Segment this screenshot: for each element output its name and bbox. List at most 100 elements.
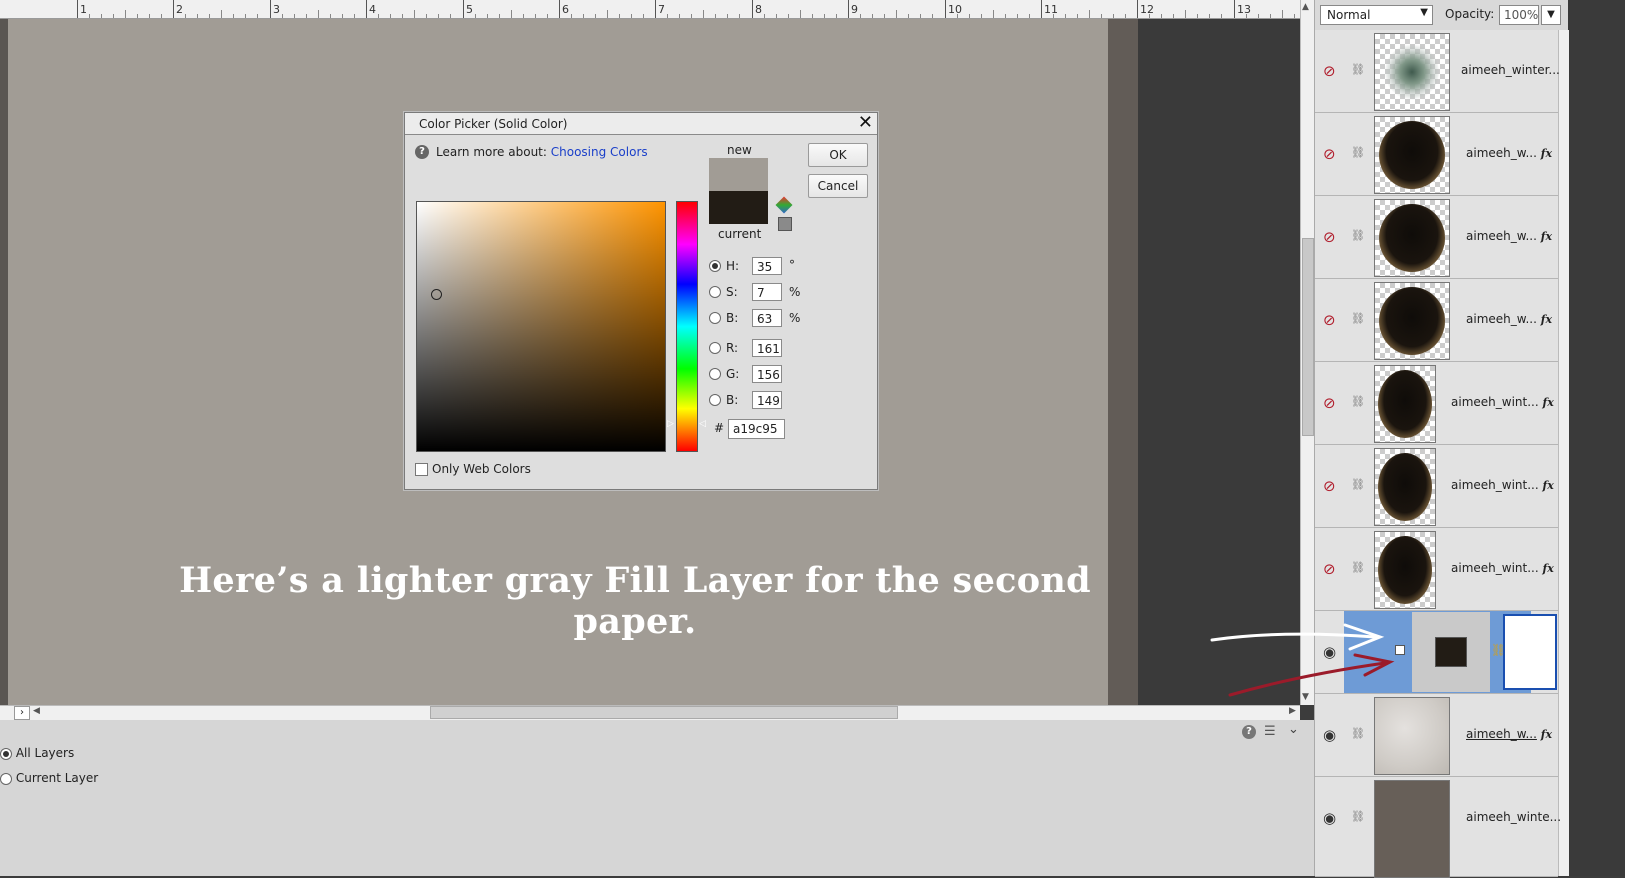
ruler-number: 1 bbox=[80, 3, 87, 16]
scroll-left-icon[interactable]: ◀ bbox=[33, 706, 40, 716]
ruler-minor-tick bbox=[1270, 14, 1271, 18]
layer-row[interactable]: ⊘ ⛓ aimeeh_wint... fx bbox=[1315, 528, 1558, 611]
web-safe-color-icon[interactable] bbox=[778, 217, 792, 231]
cancel-button[interactable]: Cancel bbox=[808, 174, 868, 198]
fx-icon[interactable]: fx bbox=[1541, 728, 1552, 741]
blend-mode-select[interactable]: Normal ▼ bbox=[1320, 5, 1433, 25]
link-icon[interactable]: ⛓ bbox=[1351, 478, 1365, 491]
s-radio[interactable] bbox=[709, 285, 721, 298]
ruler-minor-tick bbox=[836, 14, 837, 18]
fx-icon[interactable]: fx bbox=[1542, 396, 1553, 409]
g-input[interactable]: 156 bbox=[752, 365, 782, 383]
color-selector-circle[interactable] bbox=[431, 289, 442, 300]
layer-row[interactable]: ⊘ ⛓ aimeeh_wint... fx bbox=[1315, 362, 1558, 445]
layer-row[interactable]: ⊘ ⛓ aimeeh_w... fx bbox=[1315, 196, 1558, 279]
pasteboard bbox=[1138, 19, 1300, 705]
fx-icon[interactable]: fx bbox=[1542, 562, 1553, 575]
opacity-input[interactable]: 100% bbox=[1499, 5, 1539, 25]
fx-icon[interactable]: fx bbox=[1541, 147, 1552, 160]
hidden-eye-icon[interactable]: ⊘ bbox=[1323, 394, 1336, 412]
link-icon[interactable]: ⛓ bbox=[1351, 63, 1365, 76]
scroll-up-icon[interactable]: ▲ bbox=[1302, 2, 1309, 12]
all-layers-radio[interactable] bbox=[0, 747, 12, 760]
link-icon[interactable]: ⛓ bbox=[1351, 395, 1365, 408]
hue-slider-left-arrow-icon[interactable]: ▷ bbox=[667, 419, 674, 429]
out-of-gamut-icon[interactable] bbox=[775, 196, 793, 214]
layer-thumbnail bbox=[1374, 116, 1450, 194]
option-all-layers[interactable]: All Layers bbox=[0, 746, 74, 760]
ruler-major-tick bbox=[173, 0, 174, 18]
layer-row[interactable]: ⊘ ⛓ aimeeh_wint... fx bbox=[1315, 445, 1558, 528]
hue-slider-right-arrow-icon[interactable]: ◁ bbox=[699, 419, 706, 429]
layer-mask-thumbnail[interactable] bbox=[1503, 614, 1557, 690]
layer-name: aimeeh_wint... fx bbox=[1451, 478, 1554, 492]
ok-button[interactable]: OK bbox=[808, 143, 868, 167]
dialog-title-bar[interactable]: Color Picker (Solid Color) ✕ bbox=[405, 113, 877, 135]
layers-scrollbar[interactable] bbox=[1558, 30, 1569, 876]
layer-row[interactable]: ⊘ ⛓ aimeeh_w... fx bbox=[1315, 279, 1558, 362]
link-icon[interactable]: ⛓ bbox=[1351, 229, 1365, 242]
b-radio[interactable] bbox=[709, 311, 721, 324]
hex-input[interactable]: a19c95 bbox=[728, 419, 785, 439]
only-web-colors-checkbox[interactable] bbox=[415, 463, 428, 476]
horizontal-scroll-thumb[interactable] bbox=[430, 706, 898, 719]
hidden-eye-icon[interactable]: ⊘ bbox=[1323, 477, 1336, 495]
g-radio[interactable] bbox=[709, 367, 721, 380]
help-icon[interactable]: ? bbox=[1242, 725, 1256, 739]
s-input[interactable]: 7 bbox=[752, 283, 782, 301]
ruler-minor-tick bbox=[691, 14, 692, 18]
link-icon[interactable]: ⛓ bbox=[1351, 810, 1365, 823]
ruler-minor-tick bbox=[294, 14, 295, 18]
blue-radio[interactable] bbox=[709, 393, 721, 406]
h-label: H: bbox=[726, 259, 740, 273]
hidden-eye-icon[interactable]: ⊘ bbox=[1323, 560, 1336, 578]
ruler-minor-tick bbox=[1294, 14, 1295, 18]
link-icon[interactable]: ⛓ bbox=[1351, 561, 1365, 574]
sv-black-gradient bbox=[417, 202, 665, 451]
hue-slider[interactable] bbox=[676, 201, 698, 452]
b-input[interactable]: 63 bbox=[752, 309, 782, 327]
eye-icon[interactable]: ◉ bbox=[1323, 726, 1336, 744]
link-icon[interactable]: ⛓ bbox=[1351, 727, 1365, 740]
option-current-layer[interactable]: Current Layer bbox=[0, 771, 98, 785]
hidden-eye-icon[interactable]: ⊘ bbox=[1323, 311, 1336, 329]
vertical-scroll-thumb[interactable] bbox=[1302, 238, 1314, 436]
fx-icon[interactable]: fx bbox=[1542, 479, 1553, 492]
h-radio[interactable] bbox=[709, 259, 721, 272]
close-icon[interactable]: ✕ bbox=[858, 113, 873, 133]
link-icon[interactable]: ⛓ bbox=[1351, 312, 1365, 325]
h-input[interactable]: 35 bbox=[752, 257, 782, 275]
hidden-eye-icon[interactable]: ⊘ bbox=[1323, 228, 1336, 246]
scroll-right-icon[interactable]: ▶ bbox=[1289, 706, 1296, 716]
layer-row[interactable]: ⊘ ⛓ aimeeh_w... fx bbox=[1315, 113, 1558, 196]
fx-icon[interactable]: fx bbox=[1541, 230, 1552, 243]
hidden-eye-icon[interactable]: ⊘ bbox=[1323, 145, 1336, 163]
ruler-number: 6 bbox=[562, 3, 569, 16]
blue-input[interactable]: 149 bbox=[752, 391, 782, 409]
opacity-dropdown-icon[interactable]: ▼ bbox=[1541, 5, 1561, 25]
panel-menu-icon[interactable]: ☰ bbox=[1264, 724, 1276, 739]
r-radio[interactable] bbox=[709, 341, 721, 354]
current-layer-radio[interactable] bbox=[0, 772, 12, 785]
ruler-minor-tick bbox=[113, 14, 114, 18]
ruler-minor-tick bbox=[161, 14, 162, 18]
hidden-eye-icon[interactable]: ⊘ bbox=[1323, 62, 1336, 80]
ruler-minor-tick bbox=[812, 14, 813, 18]
current-layer-label: Current Layer bbox=[15, 771, 99, 785]
eye-icon[interactable]: ◉ bbox=[1323, 809, 1336, 827]
layer-row[interactable]: ◉ ⛓ aimeeh_w... fx bbox=[1315, 694, 1558, 777]
link-icon[interactable]: ⛓ bbox=[1351, 146, 1365, 159]
layer-name: aimeeh_w... fx bbox=[1466, 727, 1552, 741]
r-input[interactable]: 161 bbox=[752, 339, 782, 357]
layer-row[interactable]: ⊘ ⛓ aimeeh_winter... bbox=[1315, 30, 1560, 113]
ruler-minor-tick bbox=[619, 14, 620, 18]
field-r: R: 161 bbox=[709, 339, 809, 357]
fx-icon[interactable]: fx bbox=[1541, 313, 1552, 326]
choosing-colors-link[interactable]: Choosing Colors bbox=[551, 145, 648, 159]
layer-row[interactable]: ◉ ⛓ aimeeh_winte... bbox=[1315, 777, 1561, 878]
layer-thumbnail bbox=[1374, 33, 1450, 111]
expand-arrow-icon[interactable]: › bbox=[14, 706, 30, 720]
saturation-brightness-field[interactable] bbox=[416, 201, 666, 452]
current-color-swatch[interactable] bbox=[709, 191, 768, 224]
chevron-down-icon[interactable]: ⌄ bbox=[1288, 722, 1299, 737]
